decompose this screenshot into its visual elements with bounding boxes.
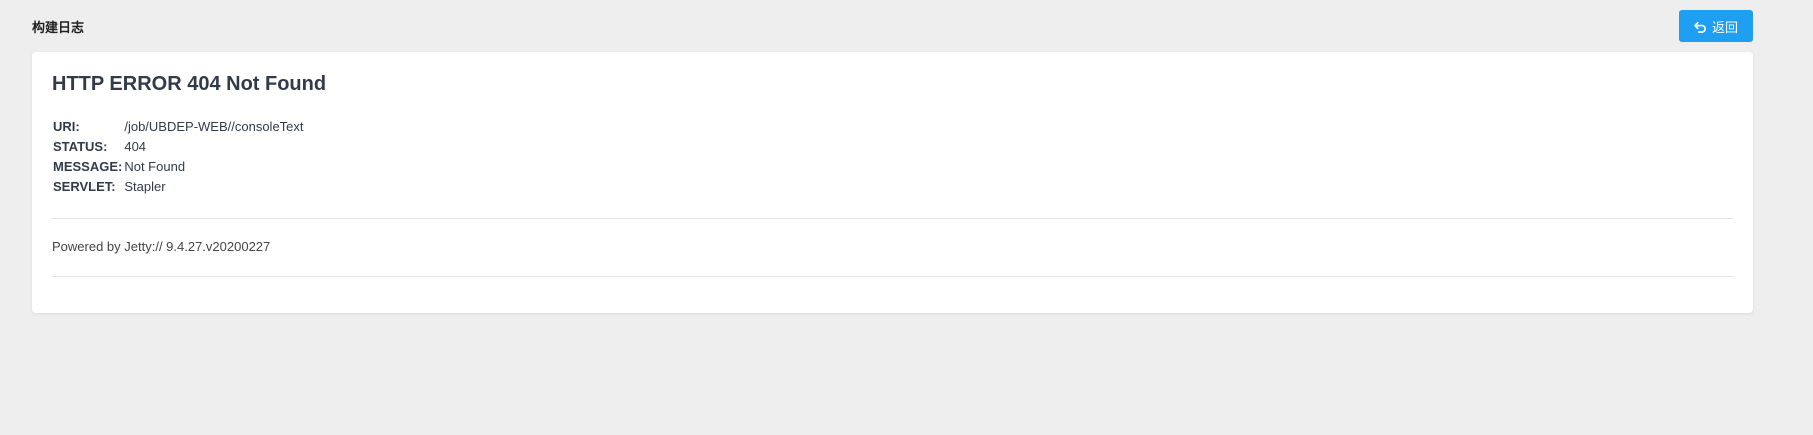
info-row-message: MESSAGE: Not Found (52, 156, 304, 176)
back-button-label: 返回 (1711, 19, 1738, 35)
info-label: SERVLET: (53, 178, 116, 194)
error-card: HTTP ERROR 404 Not Found URI: /job/UBDEP… (32, 52, 1753, 313)
info-row-status: STATUS: 404 (52, 136, 304, 156)
info-value: /job/UBDEP-WEB//consoleText (124, 118, 304, 134)
info-row-servlet: SERVLET: Stapler (52, 176, 304, 196)
info-label: MESSAGE: (53, 158, 123, 174)
info-label: STATUS: (53, 138, 108, 154)
info-value: Not Found (124, 158, 186, 174)
page-header: 构建日志 返回 (32, 10, 1753, 42)
info-label: URI: (53, 118, 80, 134)
error-title: HTTP ERROR 404 Not Found (52, 73, 327, 95)
info-row-uri: URI: /job/UBDEP-WEB//consoleText (52, 116, 304, 136)
info-value: Stapler (124, 178, 166, 194)
error-info-table: URI: /job/UBDEP-WEB//consoleText STATUS:… (52, 116, 304, 196)
info-value: 404 (124, 138, 147, 154)
powered-by-footer: Powered by Jetty:// 9.4.27.v20200227 (52, 239, 271, 254)
page-title: 构建日志 (32, 20, 85, 35)
undo-icon (1694, 20, 1707, 33)
divider (52, 276, 1733, 277)
back-button[interactable]: 返回 (1679, 10, 1753, 42)
